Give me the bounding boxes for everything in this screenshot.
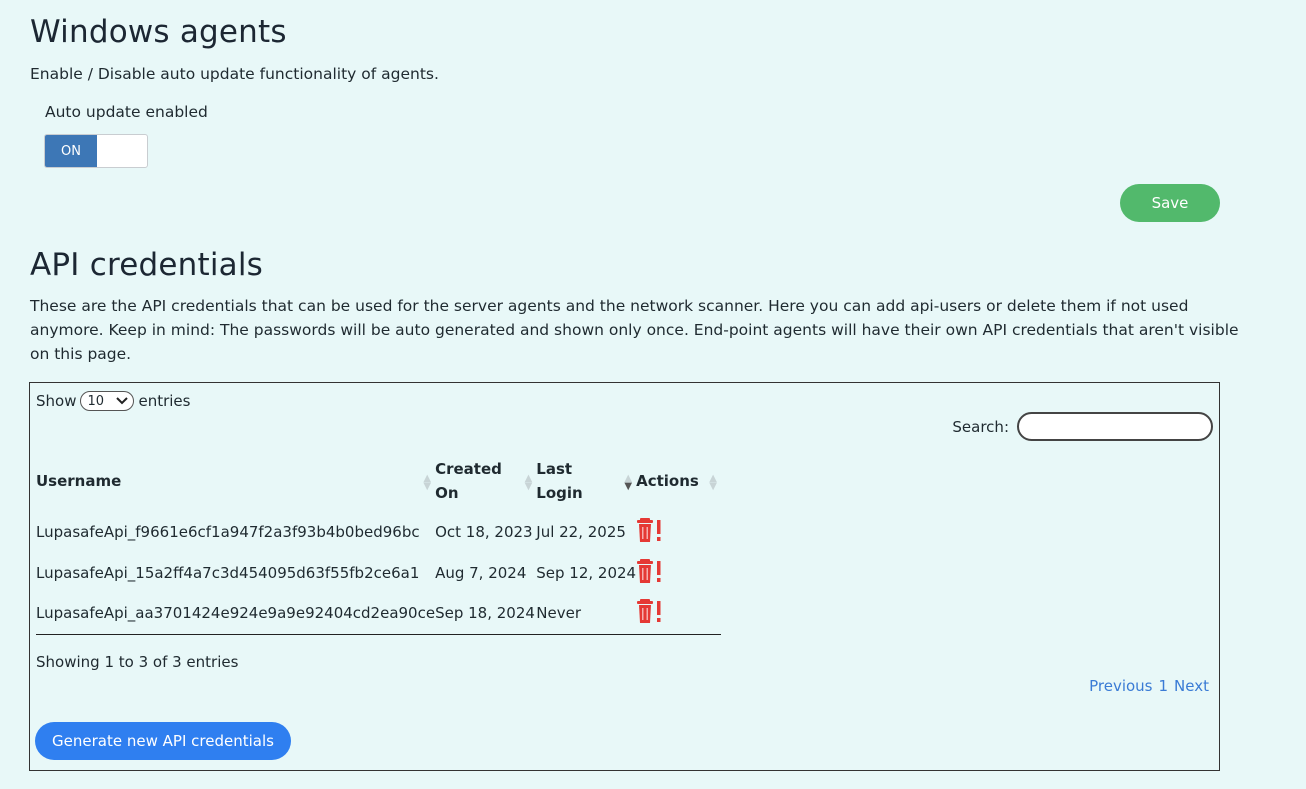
generate-api-credentials-button[interactable]: Generate new API credentials [35,722,291,760]
sort-desc-icon: ▲ ▼ [624,473,633,492]
sort-arrows-icon: ▲ ▼ [423,473,432,492]
entries-length-control: Show 10 entries [36,391,190,411]
windows-agents-title: Windows agents [30,14,287,50]
search-input[interactable] [1017,412,1213,441]
windows-agents-description: Enable / Disable auto update functionali… [30,65,439,83]
column-header-last-login[interactable]: Last Login ▲ ▼ [536,455,636,511]
cell-actions [636,511,721,552]
api-description-line-2: anymore. Keep in mind: The passwords wil… [30,321,1239,339]
pagination-next[interactable]: Next [1174,677,1209,695]
table-header-row: Username ▲ ▼ Created On ▲ ▼ Last Login ▲ ▼ … [36,455,721,511]
table-row: LupasafeApi_15a2ff4a7c3d454095d63f55fb2c… [36,552,721,593]
cell-username: LupasafeApi_aa3701424e924e9a9e92404cd2ea… [36,593,436,635]
save-button[interactable]: Save [1120,184,1220,222]
column-header-username[interactable]: Username ▲ ▼ [36,455,435,511]
entries-select-value: 10 [87,393,105,409]
table-row: LupasafeApi_aa3701424e924e9a9e92404cd2ea… [36,593,721,635]
cell-created-on: Oct 18, 2023 [435,522,533,541]
cell-last-login: Jul 22, 2025 [536,522,626,541]
sort-arrows-icon: ▲ ▼ [709,473,717,492]
trash-alert-icon[interactable] [636,517,664,543]
entries-label: entries [138,392,191,410]
cell-actions [636,552,721,593]
cell-username: LupasafeApi_f9661e6cf1a947f2a3f93b4b0bed… [36,522,420,541]
show-label: Show [36,392,77,410]
cell-actions [636,593,721,635]
pagination-previous[interactable]: Previous [1089,677,1152,695]
auto-update-toggle[interactable]: ON [44,134,148,168]
search-label: Search: [952,417,1009,436]
api-credentials-description: These are the API credentials that can b… [30,294,1239,366]
pagination-page-1[interactable]: 1 [1159,677,1169,695]
api-credentials-table-panel: Show 10 entries Search: Username ▲ ▼ Crea… [29,382,1220,771]
cell-last-login: Never [536,593,637,635]
api-description-line-1: These are the API credentials that can b… [30,297,1189,315]
auto-update-label: Auto update enabled [45,103,208,121]
chevron-down-icon [116,397,129,405]
search-control: Search: [952,412,1213,441]
api-description-line-3: on this page. [30,345,132,363]
sort-arrows-icon: ▲ ▼ [524,473,533,492]
cell-created-on: Sep 18, 2024 [435,593,537,635]
api-credentials-title: API credentials [30,247,264,283]
entries-select[interactable]: 10 [80,391,135,411]
column-header-actions[interactable]: Actions ▲ ▼ [636,455,721,511]
toggle-on-label: ON [45,135,97,167]
cell-last-login: Sep 12, 2024 [536,563,637,582]
api-credentials-table: Username ▲ ▼ Created On ▲ ▼ Last Login ▲ ▼ … [36,455,721,635]
trash-alert-icon[interactable] [636,598,664,624]
column-header-created-on[interactable]: Created On ▲ ▼ [435,455,536,511]
table-row: LupasafeApi_f9661e6cf1a947f2a3f93b4b0bed… [36,511,721,552]
pagination: Previous 1 Next [1089,677,1209,695]
table-info-text: Showing 1 to 3 of 3 entries [36,653,239,671]
trash-alert-icon[interactable] [636,558,664,584]
cell-created-on: Aug 7, 2024 [435,563,527,582]
cell-username: LupasafeApi_15a2ff4a7c3d454095d63f55fb2c… [36,563,420,582]
